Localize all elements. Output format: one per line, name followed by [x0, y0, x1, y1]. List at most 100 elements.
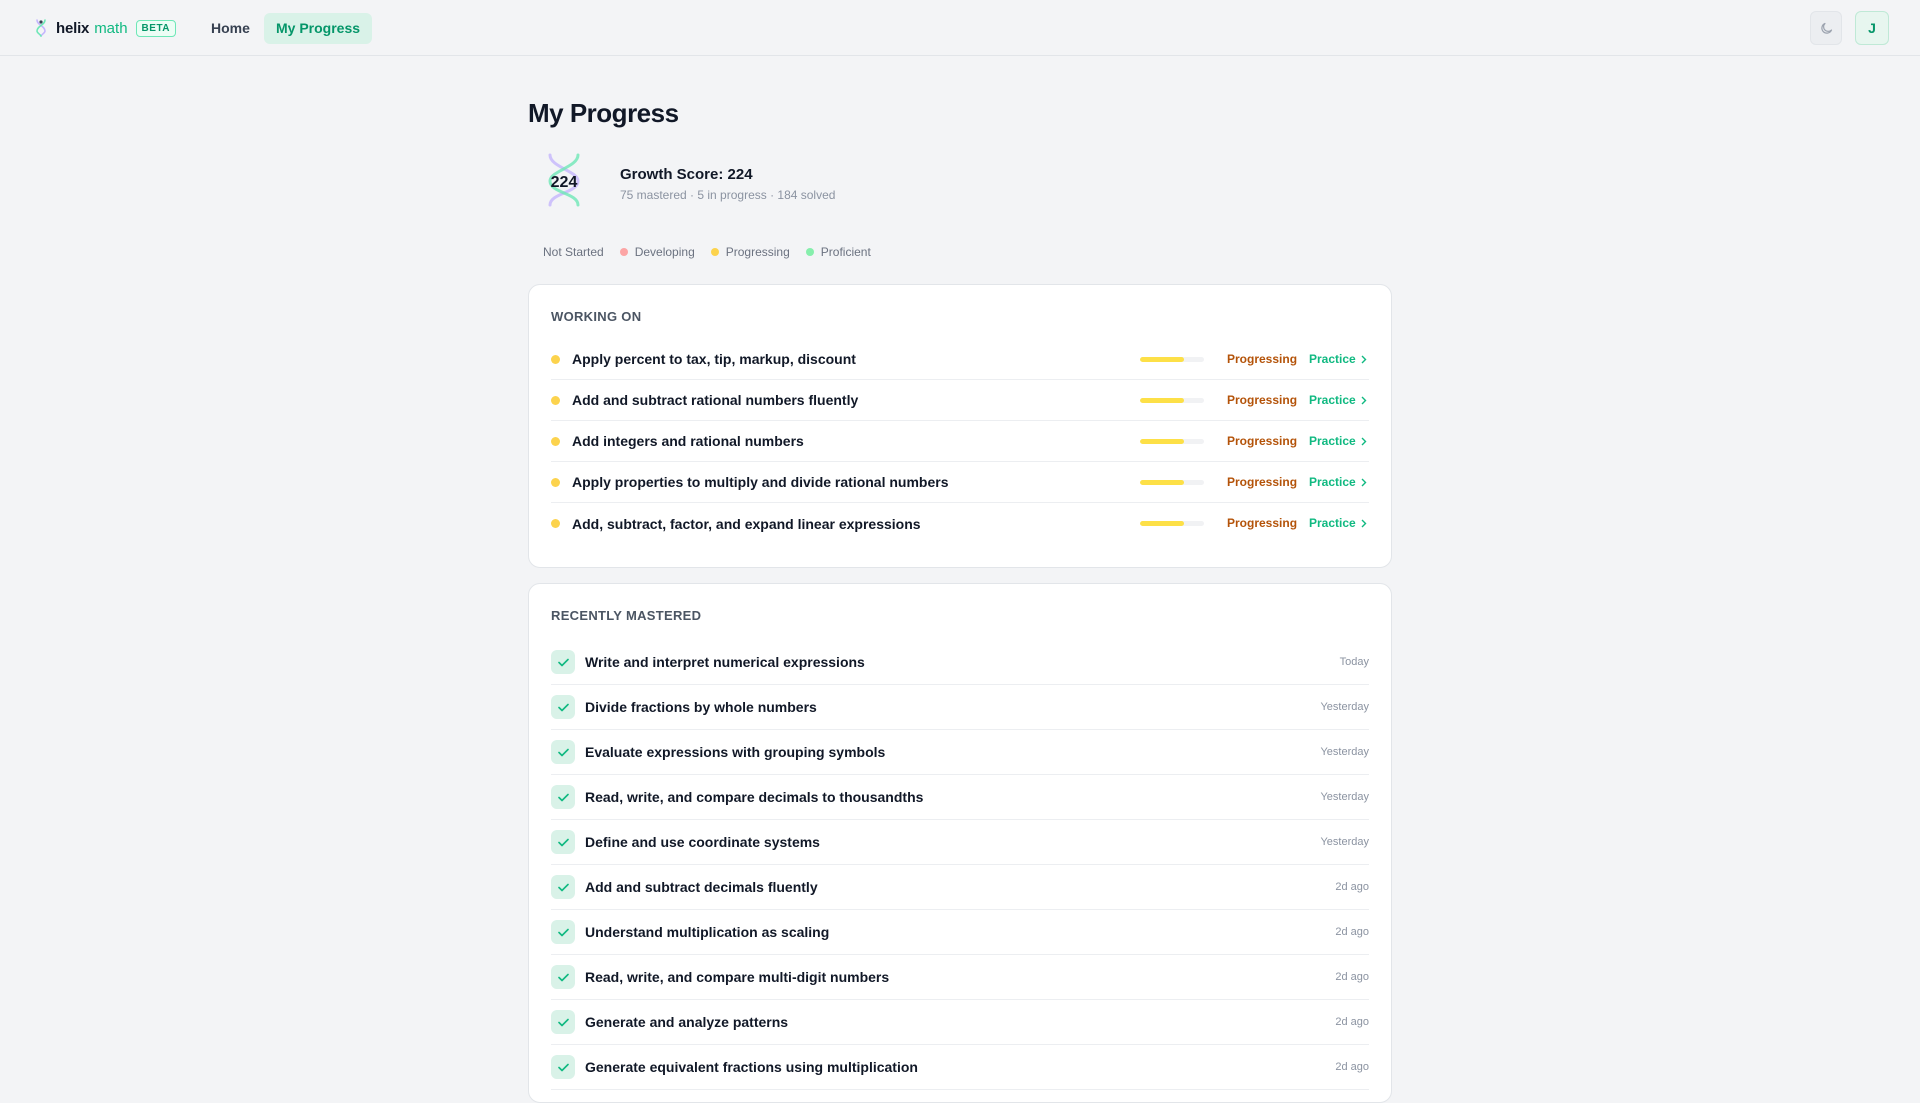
status-label: Progressing — [1227, 434, 1298, 448]
mastered-time: Today — [1339, 656, 1369, 668]
practice-link[interactable]: Practice — [1309, 434, 1367, 448]
chevron-right-icon — [1361, 437, 1367, 445]
mastered-row: Divide fractions by whole numbers Yester… — [551, 685, 1369, 730]
progress-bar — [1140, 521, 1204, 526]
chevron-right-icon — [1361, 355, 1367, 363]
check-icon — [551, 740, 575, 764]
status-dot — [551, 436, 560, 446]
progress-fill — [1140, 521, 1184, 526]
status-legend: Not Started Developing Progressing Profi… — [528, 245, 887, 259]
progress-fill — [1140, 357, 1184, 362]
legend-label: Developing — [634, 245, 695, 259]
progress-bar — [1140, 357, 1204, 362]
practice-link[interactable]: Practice — [1309, 475, 1367, 489]
skill-row: Add and subtract rational numbers fluent… — [551, 380, 1369, 421]
mastered-time: 2d ago — [1335, 926, 1369, 938]
status-label: Progressing — [1227, 352, 1298, 366]
theme-toggle-button[interactable] — [1810, 11, 1842, 45]
skill-row: Add integers and rational numbers Progre… — [551, 421, 1369, 462]
helix-logo-icon — [36, 19, 46, 37]
mastered-list: Write and interpret numerical expression… — [551, 640, 1369, 1090]
check-icon — [551, 920, 575, 944]
legend-label: Not Started — [543, 245, 604, 259]
mastered-label: Define and use coordinate systems — [585, 834, 820, 850]
legend-item: Progressing — [710, 245, 790, 259]
mastered-label: Evaluate expressions with grouping symbo… — [585, 744, 886, 760]
practice-link[interactable]: Practice — [1309, 393, 1367, 407]
mastered-row: Add and subtract decimals fluently 2d ag… — [551, 865, 1369, 910]
skill-row: Add, subtract, factor, and expand linear… — [551, 503, 1369, 544]
mastered-label: Understand multiplication as scaling — [585, 924, 830, 940]
progress-bar — [1140, 439, 1204, 444]
progress-fill — [1140, 439, 1184, 444]
mastered-time: Yesterday — [1320, 836, 1369, 848]
legend-dot — [710, 248, 719, 256]
practice-label: Practice — [1309, 434, 1356, 448]
practice-link[interactable]: Practice — [1309, 352, 1367, 366]
mastered-time: 2d ago — [1335, 971, 1369, 983]
mastered-label: Generate equivalent fractions using mult… — [585, 1059, 918, 1075]
recently-mastered-heading: RECENTLY MASTERED — [551, 608, 702, 623]
mastered-label: Read, write, and compare decimals to tho… — [585, 789, 924, 805]
mastered-label: Generate and analyze patterns — [585, 1014, 789, 1030]
working-on-list: Apply percent to tax, tip, markup, disco… — [551, 339, 1369, 544]
check-icon — [551, 830, 575, 854]
chevron-right-icon — [1361, 396, 1367, 404]
practice-label: Practice — [1309, 352, 1356, 366]
legend-item: Developing — [619, 245, 695, 259]
practice-label: Practice — [1309, 475, 1356, 489]
practice-label: Practice — [1309, 393, 1356, 407]
legend-dot — [805, 248, 814, 256]
status-dot — [551, 477, 560, 487]
check-icon — [551, 785, 575, 809]
mastered-time: Yesterday — [1320, 701, 1369, 713]
mastered-row: Generate and analyze patterns 2d ago — [551, 1000, 1369, 1045]
recently-mastered-card: RECENTLY MASTERED Write and interpret nu… — [528, 583, 1392, 1103]
mastered-row: Read, write, and compare multi-digit num… — [551, 955, 1369, 1000]
mastered-row: Understand multiplication as scaling 2d … — [551, 910, 1369, 955]
legend-item: Proficient — [805, 245, 871, 259]
progress-bar — [1140, 480, 1204, 485]
practice-link[interactable]: Practice — [1309, 516, 1367, 530]
check-icon — [551, 650, 575, 674]
check-icon — [551, 1055, 575, 1079]
mastered-label: Add and subtract decimals fluently — [585, 879, 818, 895]
mastered-time: 2d ago — [1335, 881, 1369, 893]
status-dot — [551, 354, 560, 364]
mastered-row: Evaluate expressions with grouping symbo… — [551, 730, 1369, 775]
moon-icon — [1820, 22, 1832, 34]
check-icon — [551, 695, 575, 719]
skill-row: Apply properties to multiply and divide … — [551, 462, 1369, 503]
status-label: Progressing — [1227, 393, 1298, 407]
user-avatar-button[interactable]: J — [1855, 11, 1889, 45]
mastered-label: Write and interpret numerical expression… — [585, 654, 865, 670]
mastered-row: Read, write, and compare decimals to tho… — [551, 775, 1369, 820]
mastered-row: Define and use coordinate systems Yester… — [551, 820, 1369, 865]
brand-helix: helix — [56, 19, 90, 37]
growth-score-summary: 75 mastered · 5 in progress · 184 solved — [620, 188, 836, 202]
status-dot — [551, 395, 560, 405]
progress-fill — [1140, 480, 1184, 485]
mastered-label: Divide fractions by whole numbers — [585, 699, 817, 715]
practice-label: Practice — [1309, 516, 1356, 530]
legend-dot — [619, 248, 628, 256]
progress-fill — [1140, 398, 1184, 403]
nav-my-progress[interactable]: My Progress — [264, 13, 373, 44]
chevron-right-icon — [1361, 478, 1367, 486]
mastered-label: Read, write, and compare multi-digit num… — [585, 969, 890, 985]
skill-row: Apply percent to tax, tip, markup, disco… — [551, 339, 1369, 380]
logo[interactable]: helix math BETA — [34, 17, 177, 39]
legend-dot — [528, 248, 536, 256]
status-dot — [551, 519, 560, 528]
mastered-time: Yesterday — [1320, 746, 1369, 758]
legend-item: Not Started — [528, 245, 604, 259]
check-icon — [551, 1010, 575, 1034]
mastered-time: 2d ago — [1335, 1061, 1369, 1073]
progress-bar — [1140, 398, 1204, 403]
brand-math: math — [94, 19, 128, 37]
status-label: Progressing — [1227, 516, 1298, 530]
status-label: Progressing — [1227, 475, 1298, 489]
mastered-row: Write and interpret numerical expression… — [551, 640, 1369, 685]
nav-home[interactable]: Home — [200, 13, 261, 44]
mastered-time: Yesterday — [1320, 791, 1369, 803]
